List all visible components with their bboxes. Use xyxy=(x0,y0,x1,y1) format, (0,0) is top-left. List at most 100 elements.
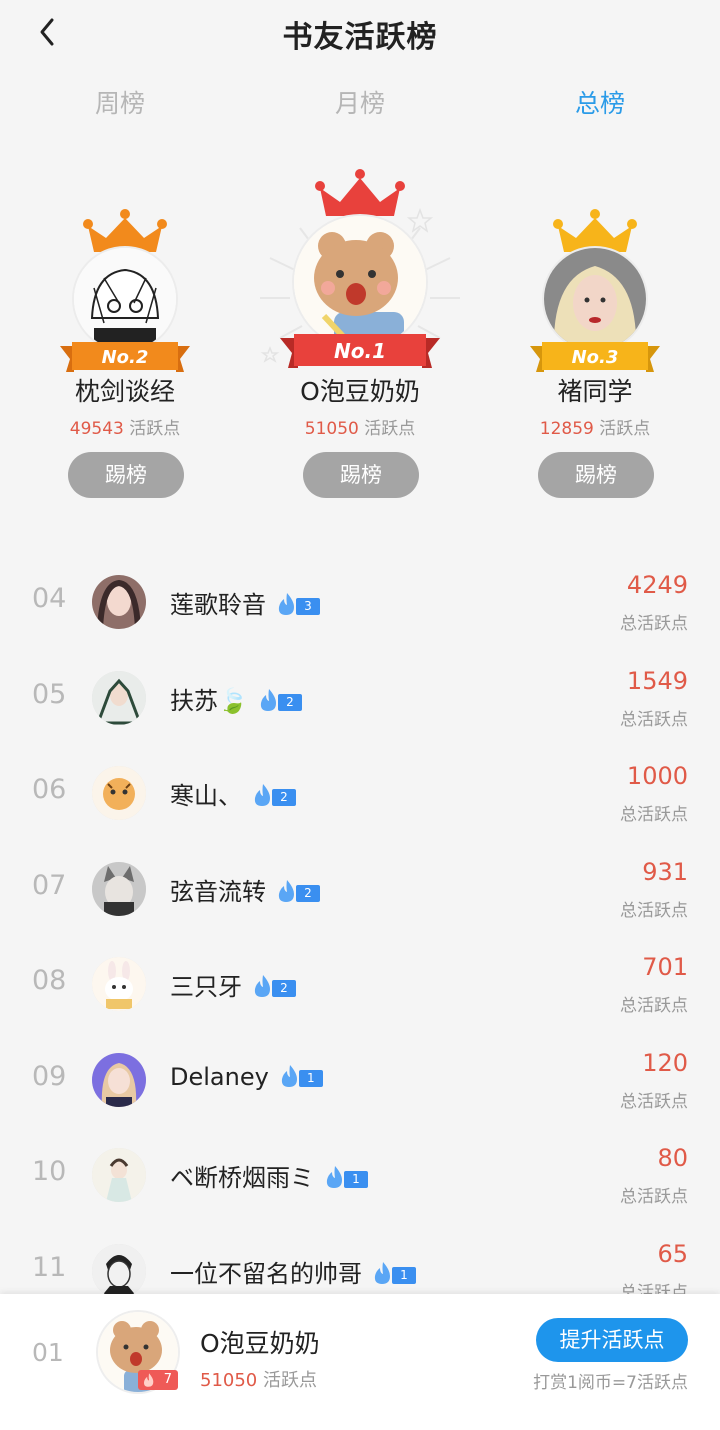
level-badge: 1 xyxy=(370,1261,416,1286)
avatar[interactable] xyxy=(92,575,146,629)
podium-first-score: 51050 活跃点 xyxy=(304,419,416,439)
podium-third-score: 12859 活跃点 xyxy=(539,419,651,439)
level-badge: 2 xyxy=(250,784,296,808)
rank-ribbon-first: No.1 xyxy=(280,334,440,368)
flame-icon xyxy=(144,1373,154,1387)
level-badge: 2 xyxy=(256,688,302,713)
user-avatar-icon xyxy=(92,861,146,916)
score-label: 总活跃点 xyxy=(620,996,688,1016)
level-badge: 3 xyxy=(274,593,320,617)
score-label: 总活跃点 xyxy=(620,614,688,634)
svg-text:No.3: No.3 xyxy=(572,347,619,368)
activity-score: 931 xyxy=(642,857,688,886)
rank-number: 05 xyxy=(32,678,67,710)
user-name: 莲歌聆音 3 xyxy=(170,585,320,620)
ranking-list: 04 莲歌聆音 3 4249 总活跃点 05 扶苏🍃 2 1549 总活跃点 06 … xyxy=(0,555,720,1319)
activity-score: 120 xyxy=(642,1048,688,1077)
list-item[interactable]: 07 弦音流转 2 931 总活跃点 xyxy=(0,842,720,938)
podium-second: No.2 枕剑谈经 49543 活跃点 踢榜 xyxy=(60,160,190,500)
activity-score: 1549 xyxy=(626,666,688,695)
activity-score: 80 xyxy=(657,1144,688,1172)
user-name: 弦音流转 2 xyxy=(170,872,320,907)
podium-first: No.1 O泡豆奶奶 51050 活跃点 踢榜 xyxy=(260,160,460,500)
score-label: 总活跃点 xyxy=(620,805,688,825)
rank-ribbon-third: No.3 xyxy=(530,342,660,372)
tab-monthly[interactable]: 月榜 xyxy=(300,84,420,120)
level-badge: 7 xyxy=(138,1370,178,1390)
list-item[interactable]: 10 ベ断桥烟雨ミ 1 80 总活跃点 xyxy=(0,1128,720,1224)
avatar[interactable] xyxy=(74,248,176,350)
rank-number: 10 xyxy=(32,1156,67,1187)
score-label: 总活跃点 xyxy=(620,709,688,730)
boost-activity-button[interactable]: 提升活跃点 xyxy=(536,1318,688,1362)
rank-ribbon-second: No.2 xyxy=(60,342,190,372)
podium-first-name: O泡豆奶奶 xyxy=(300,377,420,406)
my-score: 51050 活跃点 xyxy=(200,1370,317,1391)
avatar[interactable] xyxy=(92,861,146,916)
rank-number: 04 xyxy=(32,583,67,614)
avatar[interactable] xyxy=(92,670,146,725)
level-badge: 2 xyxy=(274,879,320,904)
my-rank-bar: 01 7 O泡豆奶奶 51050 活跃点 提升活跃点 打赏1阅币=7活跃点 xyxy=(0,1294,720,1430)
tab-total[interactable]: 总榜 xyxy=(540,84,660,120)
svg-text:No.2: No.2 xyxy=(102,347,149,368)
user-avatar-icon xyxy=(92,1052,146,1107)
activity-score: 4249 xyxy=(626,571,688,599)
activity-score: 65 xyxy=(657,1239,688,1268)
user-avatar-icon xyxy=(92,957,146,1011)
user-avatar-icon xyxy=(92,766,146,820)
ranking-tabs: 周榜 月榜 总榜 xyxy=(0,84,720,124)
crown-icon xyxy=(315,169,405,216)
activity-score: 1000 xyxy=(626,762,688,790)
page-title: 书友活跃榜 xyxy=(282,20,438,55)
rank-number: 07 xyxy=(32,869,67,901)
avatar[interactable] xyxy=(92,1052,146,1107)
my-rank-number: 01 xyxy=(32,1338,64,1367)
user-avatar-icon xyxy=(92,1243,146,1298)
user-avatar-icon xyxy=(92,575,146,629)
my-name: O泡豆奶奶 xyxy=(200,1329,320,1358)
list-item[interactable]: 04 莲歌聆音 3 4249 总活跃点 xyxy=(0,555,720,651)
rank-number: 08 xyxy=(32,965,67,996)
level-badge: 2 xyxy=(250,975,296,999)
rank-number: 09 xyxy=(32,1060,67,1092)
list-item[interactable]: 05 扶苏🍃 2 1549 总活跃点 xyxy=(0,651,720,747)
user-name: 寒山、 2 xyxy=(170,776,296,811)
tab-weekly[interactable]: 周榜 xyxy=(60,84,180,120)
user-name: 一位不留名的帅哥 1 xyxy=(170,1254,416,1289)
avatar[interactable] xyxy=(92,766,146,820)
rank-number: 06 xyxy=(32,774,67,805)
avatar[interactable] xyxy=(544,248,646,350)
anime-avatar-icon xyxy=(74,248,176,350)
kick-button-first[interactable]: 踢榜 xyxy=(303,452,419,498)
avatar[interactable] xyxy=(294,216,426,348)
avatar[interactable] xyxy=(92,957,146,1011)
user-name: Delaney 1 xyxy=(170,1063,323,1091)
kick-button-third[interactable]: 踢榜 xyxy=(538,452,654,498)
user-avatar-icon xyxy=(92,670,146,725)
avatar[interactable] xyxy=(92,1148,146,1202)
avatar[interactable] xyxy=(92,1243,146,1298)
podium: No.2 枕剑谈经 49543 活跃点 踢榜 No.1 O泡豆奶奶 51050 … xyxy=(0,160,720,520)
podium-second-score: 49543 活跃点 xyxy=(69,419,181,439)
portrait-avatar-icon xyxy=(544,248,646,350)
podium-second-name: 枕剑谈经 xyxy=(74,377,175,406)
score-label: 总活跃点 xyxy=(620,1187,688,1207)
rank-number: 11 xyxy=(32,1251,67,1283)
svg-text:No.1: No.1 xyxy=(334,339,386,363)
activity-score: 701 xyxy=(642,953,688,981)
list-item[interactable]: 09 Delaney 1 120 总活跃点 xyxy=(0,1033,720,1129)
score-label: 总活跃点 xyxy=(620,900,688,921)
kick-button-second[interactable]: 踢榜 xyxy=(68,452,184,498)
level-badge: 1 xyxy=(322,1166,368,1190)
user-name: 扶苏🍃 2 xyxy=(170,681,302,716)
reward-hint: 打赏1阅币=7活跃点 xyxy=(533,1373,688,1393)
user-name: ベ断桥烟雨ミ 1 xyxy=(170,1158,368,1193)
podium-third-name: 褚同学 xyxy=(557,377,633,406)
bear-avatar-icon xyxy=(294,216,426,348)
user-avatar-icon xyxy=(92,1148,146,1202)
list-item[interactable]: 08 三只牙 2 701 总活跃点 xyxy=(0,937,720,1033)
score-label: 总活跃点 xyxy=(620,1091,688,1112)
user-name: 三只牙 2 xyxy=(170,967,296,1002)
list-item[interactable]: 06 寒山、 2 1000 总活跃点 xyxy=(0,746,720,842)
